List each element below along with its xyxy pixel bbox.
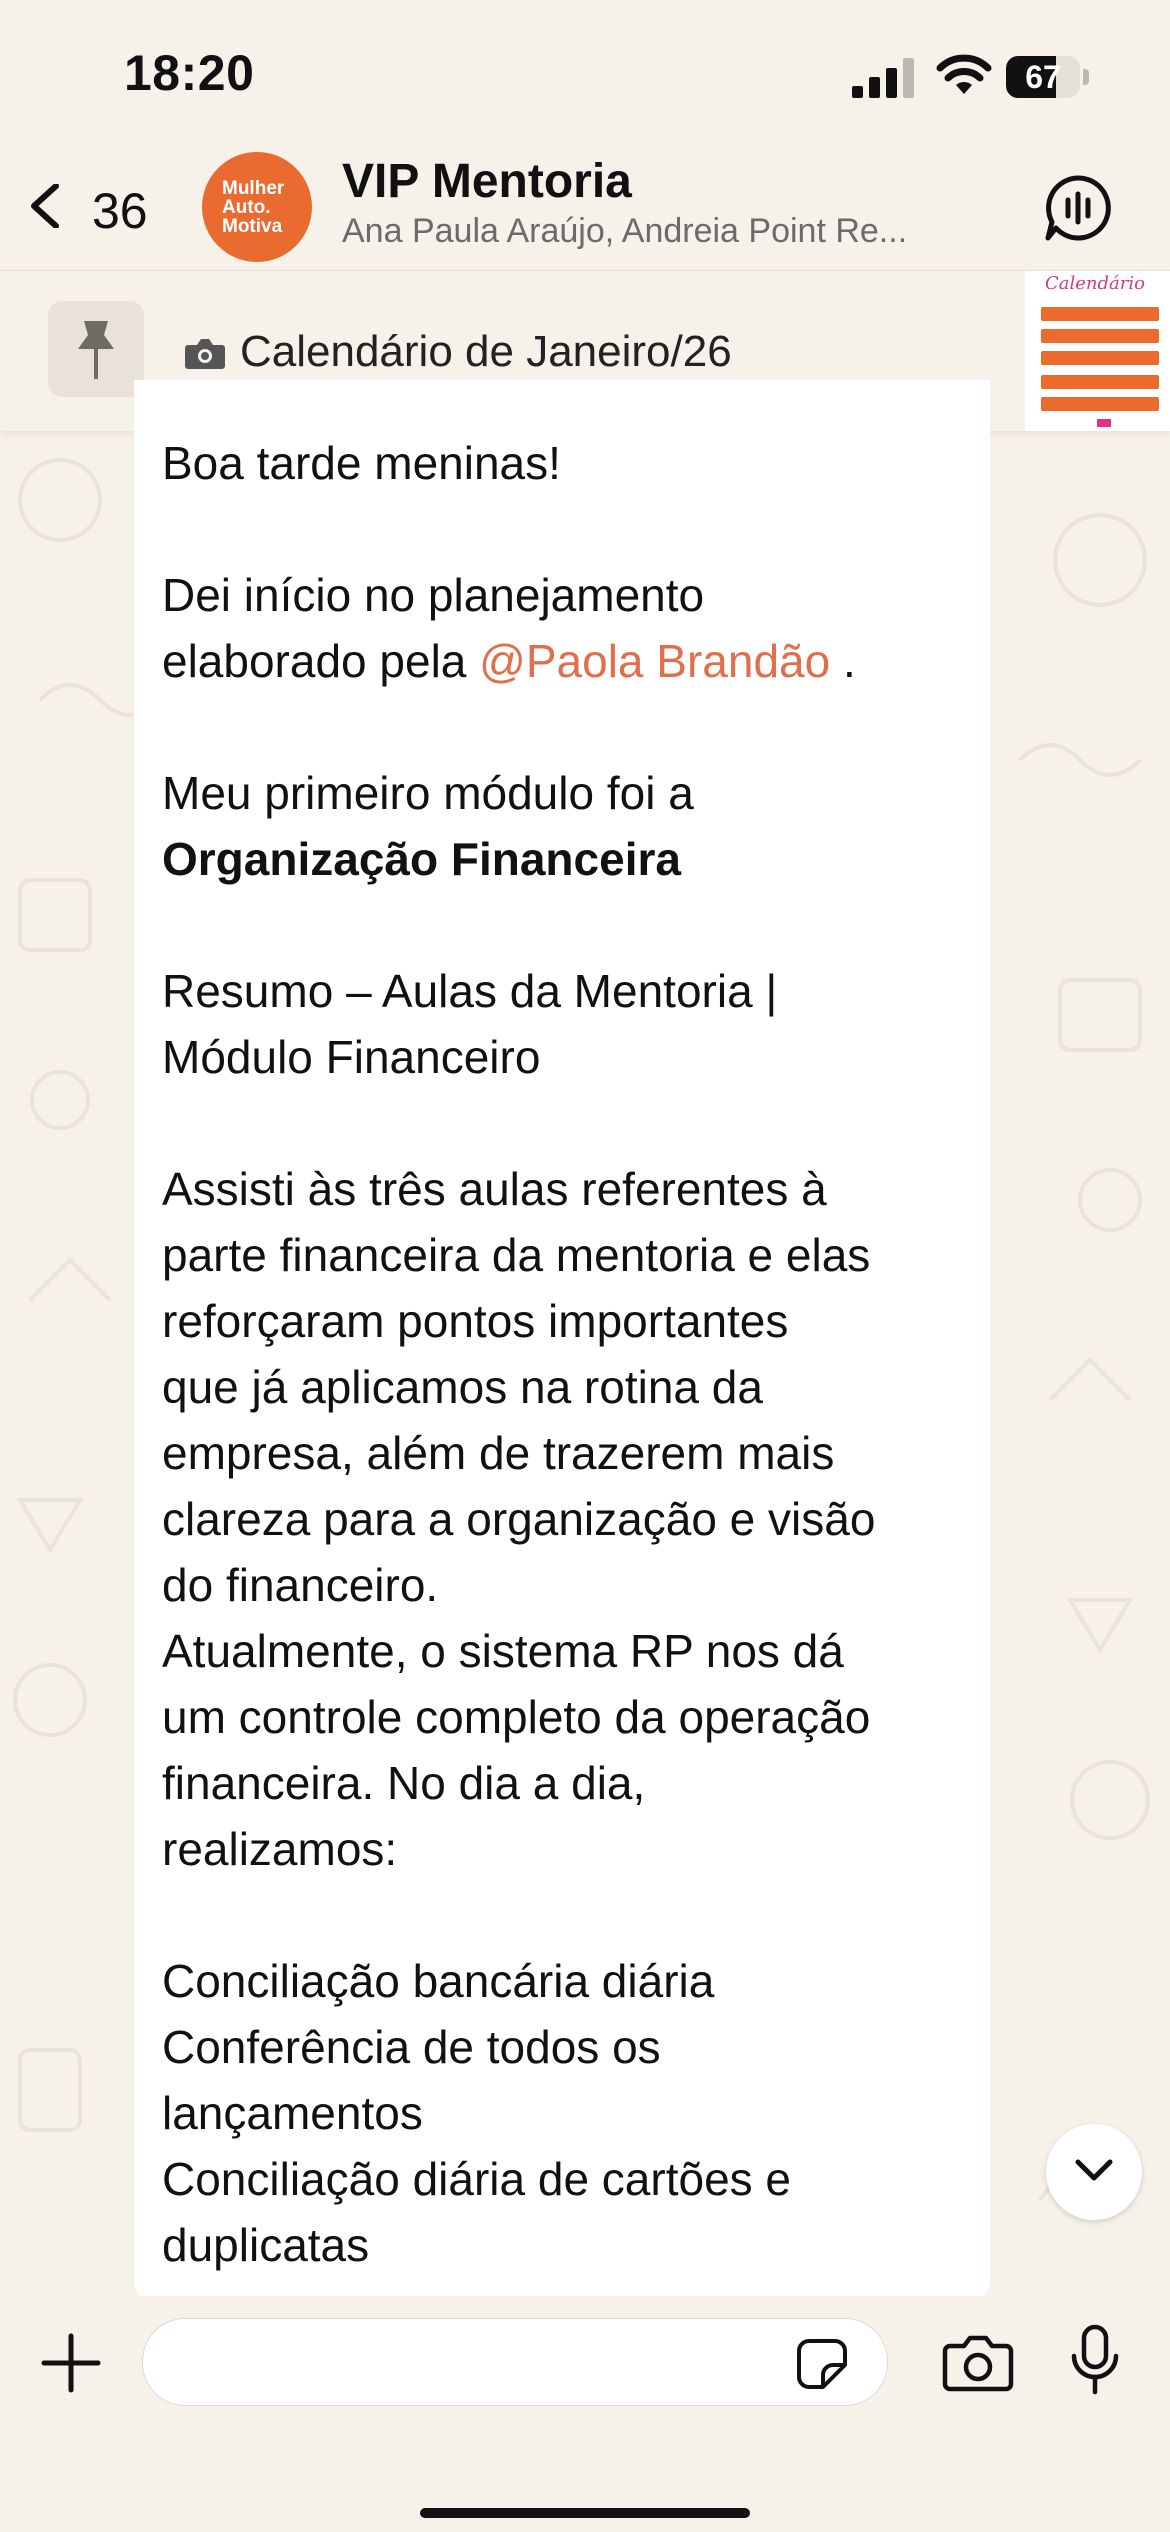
list-item: lançamentos xyxy=(162,2087,423,2139)
sticker-icon[interactable] xyxy=(795,2337,849,2391)
message-bubble[interactable]: Boa tarde meninas! Dei início no planeja… xyxy=(134,380,990,2300)
message-text-fragment: elaborado pela xyxy=(162,635,480,687)
message-line: empresa, além de trazerem mais xyxy=(162,1427,835,1479)
message-line: elaborado pela @Paola Brandão . xyxy=(162,628,982,694)
back-button[interactable]: 36 xyxy=(20,166,170,246)
message-line: Módulo Financeiro xyxy=(162,1031,541,1083)
camera-icon[interactable] xyxy=(942,2334,1014,2392)
message-line: realizamos: xyxy=(162,1823,398,1875)
pinned-message-text[interactable]: Calendário de Janeiro/26 xyxy=(240,327,732,377)
thumbnail-mark xyxy=(1097,419,1111,427)
voice-chat-icon[interactable] xyxy=(1044,174,1112,242)
camera-icon xyxy=(185,339,225,369)
chevron-left-icon xyxy=(31,184,59,228)
message-text-fragment: . xyxy=(830,635,856,687)
avatar-line: Mulher xyxy=(222,178,285,199)
thumbnail-row xyxy=(1041,329,1159,343)
battery-icon: 67 xyxy=(1006,56,1092,98)
message-line: Boa tarde meninas! xyxy=(162,437,561,489)
message-line: parte financeira da mentoria e elas xyxy=(162,1229,871,1281)
thumbnail-row xyxy=(1041,351,1159,365)
thumbnail-title: Calendário xyxy=(1045,273,1145,294)
pin-button[interactable] xyxy=(48,301,144,397)
signal-icon xyxy=(852,58,914,98)
home-indicator[interactable] xyxy=(420,2508,750,2518)
scroll-to-bottom-button[interactable] xyxy=(1046,2124,1142,2220)
battery-percent: 67 xyxy=(1025,59,1061,95)
avatar-line: Auto. xyxy=(222,197,271,218)
list-item: Conciliação diária de cartões e xyxy=(162,2153,792,2205)
message-line: financeira. No dia a dia, xyxy=(162,1757,646,1809)
unread-count: 36 xyxy=(92,183,148,239)
message-line: Atualmente, o sistema RP nos dá xyxy=(162,1625,844,1677)
chevron-down-icon xyxy=(1075,2159,1113,2181)
list-item: Conferência de todos os xyxy=(162,2021,661,2073)
status-bar: 18:20 67 xyxy=(0,0,1170,140)
list-item: Conciliação bancária diária xyxy=(162,1955,715,2007)
status-time: 18:20 xyxy=(124,45,255,101)
message-line: clareza para a organização e visão xyxy=(162,1493,876,1545)
group-avatar[interactable]: Mulher Auto. Motiva xyxy=(202,152,312,262)
message-line: do financeiro. xyxy=(162,1559,439,1611)
message-text: Boa tarde meninas! Dei início no planeja… xyxy=(162,430,982,2278)
thumbnail-row xyxy=(1041,397,1159,411)
avatar-line: Motiva xyxy=(222,216,283,237)
thumbnail-row xyxy=(1041,375,1159,389)
message-line: reforçaram pontos importantes xyxy=(162,1295,789,1347)
chat-header: 36 Mulher Auto. Motiva VIP Mentoria Ana … xyxy=(0,140,1170,270)
message-input[interactable] xyxy=(142,2318,888,2406)
thumbnail-row xyxy=(1041,307,1159,321)
wifi-icon xyxy=(936,54,992,94)
list-item: duplicatas xyxy=(162,2219,370,2271)
pin-icon xyxy=(78,321,114,379)
message-line: um controle completo da operação xyxy=(162,1691,871,1743)
message-line: Meu primeiro módulo foi a xyxy=(162,767,694,819)
message-line-bold: Organização Financeira xyxy=(162,833,681,885)
microphone-icon[interactable] xyxy=(1070,2324,1120,2396)
message-line: que já aplicamos na rotina da xyxy=(162,1361,763,1413)
mention-link[interactable]: @Paola Brandão xyxy=(479,635,830,687)
message-line: Dei início no planejamento xyxy=(162,569,705,621)
message-line: Assisti às três aulas referentes à xyxy=(162,1163,827,1215)
group-members[interactable]: Ana Paula Araújo, Andreia Point Re... xyxy=(342,212,962,251)
pinned-thumbnail[interactable]: Calendário xyxy=(1025,271,1170,431)
message-line: Resumo – Aulas da Mentoria | xyxy=(162,965,778,1017)
plus-icon[interactable] xyxy=(40,2332,102,2394)
message-input-bar xyxy=(0,2296,1170,2532)
group-name[interactable]: VIP Mentoria xyxy=(342,154,632,209)
